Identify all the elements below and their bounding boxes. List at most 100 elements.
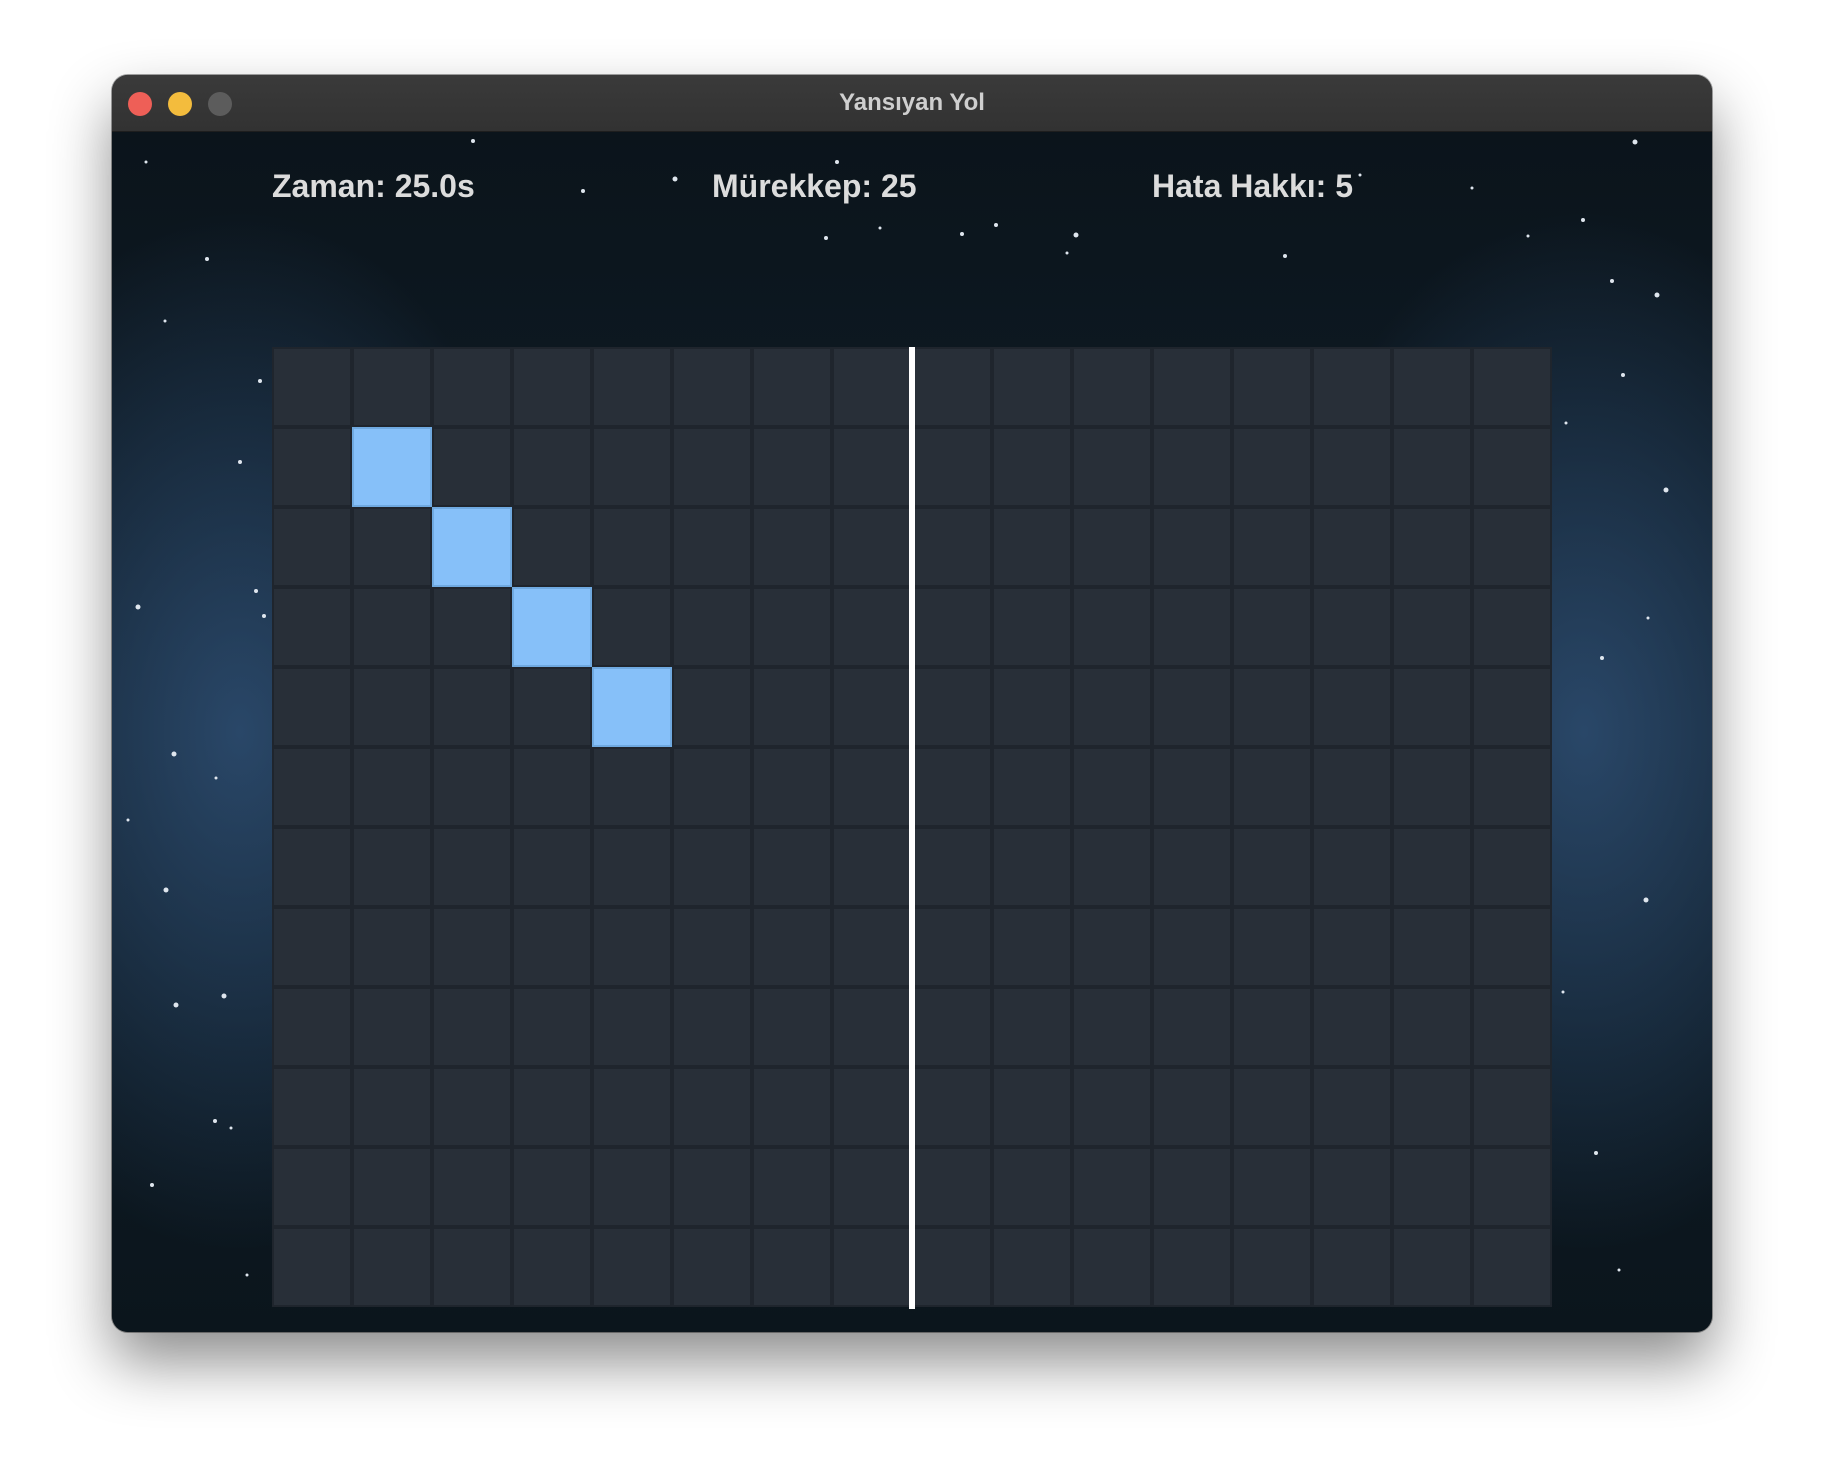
- grid-cell[interactable]: [1312, 667, 1392, 747]
- grid-cell[interactable]: [672, 347, 752, 427]
- grid-cell[interactable]: [272, 907, 352, 987]
- grid-cell[interactable]: [672, 747, 752, 827]
- grid-cell[interactable]: [1072, 907, 1152, 987]
- grid-cell[interactable]: [1072, 747, 1152, 827]
- grid-cell[interactable]: [1072, 347, 1152, 427]
- grid-cell[interactable]: [1152, 1067, 1232, 1147]
- grid-cell[interactable]: [1152, 747, 1232, 827]
- grid-cell[interactable]: [592, 1067, 672, 1147]
- grid-cell[interactable]: [912, 1227, 992, 1307]
- grid-cell[interactable]: [272, 427, 352, 507]
- grid-cell[interactable]: [1472, 827, 1552, 907]
- grid-cell[interactable]: [992, 1147, 1072, 1227]
- grid-cell[interactable]: [1392, 1147, 1472, 1227]
- grid-cell[interactable]: [1232, 347, 1312, 427]
- grid-cell[interactable]: [912, 1147, 992, 1227]
- grid-cell[interactable]: [992, 907, 1072, 987]
- grid-cell[interactable]: [1232, 587, 1312, 667]
- grid-cell[interactable]: [1232, 747, 1312, 827]
- grid-cell[interactable]: [1312, 347, 1392, 427]
- grid-cell[interactable]: [1472, 347, 1552, 427]
- grid-cell[interactable]: [512, 1067, 592, 1147]
- grid-cell[interactable]: [1232, 667, 1312, 747]
- grid-cell[interactable]: [1072, 507, 1152, 587]
- grid-cell[interactable]: [832, 587, 912, 667]
- grid-cell[interactable]: [352, 507, 432, 587]
- grid-cell[interactable]: [1232, 427, 1312, 507]
- grid-cell[interactable]: [672, 987, 752, 1067]
- grid-cell[interactable]: [1152, 507, 1232, 587]
- grid-cell[interactable]: [992, 507, 1072, 587]
- grid-cell[interactable]: [272, 987, 352, 1067]
- grid-cell[interactable]: [912, 827, 992, 907]
- grid-cell[interactable]: [432, 427, 512, 507]
- grid-cell[interactable]: [992, 1227, 1072, 1307]
- grid-cell[interactable]: [592, 1147, 672, 1227]
- grid-cell[interactable]: [432, 987, 512, 1067]
- grid-cell[interactable]: [1072, 1147, 1152, 1227]
- grid-cell[interactable]: [1472, 987, 1552, 1067]
- grid-cell[interactable]: [672, 587, 752, 667]
- grid-cell[interactable]: [832, 747, 912, 827]
- grid-cell[interactable]: [512, 427, 592, 507]
- grid-cell[interactable]: [1152, 667, 1232, 747]
- grid-cell[interactable]: [512, 1147, 592, 1227]
- grid-cell[interactable]: [272, 667, 352, 747]
- grid-cell[interactable]: [432, 1067, 512, 1147]
- grid-cell[interactable]: [352, 587, 432, 667]
- grid-cell[interactable]: [432, 827, 512, 907]
- grid-cell[interactable]: [672, 827, 752, 907]
- grid-cell[interactable]: [352, 667, 432, 747]
- grid-cell[interactable]: [512, 747, 592, 827]
- grid-cell[interactable]: [592, 427, 672, 507]
- grid-cell[interactable]: [592, 507, 672, 587]
- grid-cell[interactable]: [352, 347, 432, 427]
- grid-cell[interactable]: [1472, 747, 1552, 827]
- grid-cell[interactable]: [1152, 1227, 1232, 1307]
- grid-cell[interactable]: [832, 907, 912, 987]
- grid-cell[interactable]: [1232, 507, 1312, 587]
- grid-cell[interactable]: [1472, 667, 1552, 747]
- grid-cell[interactable]: [432, 907, 512, 987]
- grid-cell[interactable]: [992, 427, 1072, 507]
- grid-cell[interactable]: [1152, 427, 1232, 507]
- grid-cell[interactable]: [512, 1227, 592, 1307]
- grid-cell[interactable]: [1312, 1227, 1392, 1307]
- grid-cell[interactable]: [1072, 987, 1152, 1067]
- grid-cell[interactable]: [752, 827, 832, 907]
- grid-cell[interactable]: [1152, 1147, 1232, 1227]
- grid-cell[interactable]: [1152, 827, 1232, 907]
- grid-cell[interactable]: [432, 587, 512, 667]
- grid-cell[interactable]: [272, 587, 352, 667]
- grid-cell[interactable]: [752, 907, 832, 987]
- grid-cell[interactable]: [912, 1067, 992, 1147]
- grid-cell[interactable]: [1472, 1147, 1552, 1227]
- grid-cell[interactable]: [1312, 747, 1392, 827]
- grid-cell[interactable]: [592, 747, 672, 827]
- grid-cell[interactable]: [1392, 747, 1472, 827]
- grid-cell[interactable]: [1232, 1147, 1312, 1227]
- grid-cell[interactable]: [352, 747, 432, 827]
- grid-cell[interactable]: [912, 427, 992, 507]
- grid-cell[interactable]: [1232, 907, 1312, 987]
- grid-cell[interactable]: [1392, 427, 1472, 507]
- grid-cell[interactable]: [1072, 1067, 1152, 1147]
- grid-cell[interactable]: [1312, 587, 1392, 667]
- grid-cell[interactable]: [1392, 827, 1472, 907]
- grid-cell[interactable]: [1472, 587, 1552, 667]
- grid-cell[interactable]: [592, 587, 672, 667]
- grid-cell[interactable]: [672, 1067, 752, 1147]
- grid-cell[interactable]: [752, 1147, 832, 1227]
- grid-cell[interactable]: [752, 747, 832, 827]
- grid-cell[interactable]: [272, 1227, 352, 1307]
- grid-cell[interactable]: [912, 987, 992, 1067]
- grid-cell[interactable]: [512, 347, 592, 427]
- grid-cell[interactable]: [752, 587, 832, 667]
- grid-cell[interactable]: [992, 987, 1072, 1067]
- grid-cell[interactable]: [432, 1227, 512, 1307]
- grid-cell[interactable]: [512, 987, 592, 1067]
- grid-cell[interactable]: [1312, 987, 1392, 1067]
- grid-cell[interactable]: [1392, 1067, 1472, 1147]
- grid-cell[interactable]: [1072, 427, 1152, 507]
- grid-cell[interactable]: [1072, 667, 1152, 747]
